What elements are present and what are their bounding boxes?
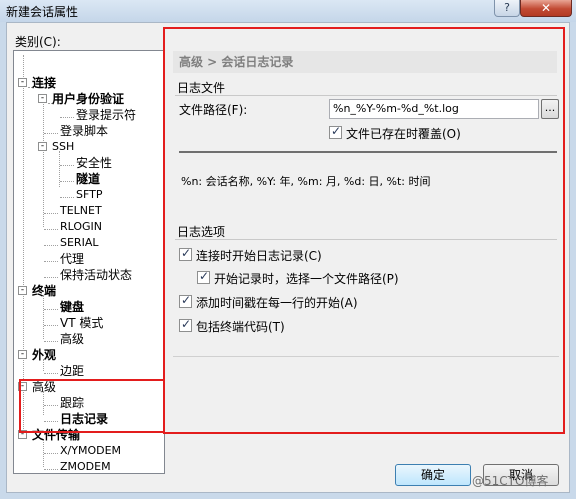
overwrite-label: 文件已存在时覆盖(O) (346, 127, 461, 141)
choose-path-checkbox[interactable] (197, 269, 210, 284)
tree-item-telnet[interactable]: TELNET (60, 203, 102, 219)
tree-item-margin[interactable]: 边距 (60, 363, 84, 379)
tree-item-sftp[interactable]: SFTP (76, 187, 102, 203)
tree-item-keepalive[interactable]: 保持活动状态 (60, 267, 132, 283)
expander-ssh-icon[interactable]: - (38, 142, 47, 151)
help-button[interactable]: ? (494, 0, 520, 17)
timestamp-checkbox[interactable] (179, 293, 192, 308)
ok-button[interactable]: 确定 (395, 464, 471, 486)
tree-item-proxy[interactable]: 代理 (60, 251, 84, 267)
expander-terminal-icon[interactable]: - (18, 286, 27, 295)
expander-auth-icon[interactable]: - (38, 94, 47, 103)
expander-appearance-icon[interactable]: - (18, 350, 27, 359)
tree-item-login-prompt[interactable]: 登录提示符 (76, 107, 136, 123)
tree-item-login-script[interactable]: 登录脚本 (60, 123, 108, 139)
expander-connection-icon[interactable]: - (18, 78, 27, 87)
tree-item-auth[interactable]: 用户身份验证 (52, 91, 124, 107)
log-options-group-title: 日志选项 (177, 225, 226, 239)
tree-item-security[interactable]: 安全性 (76, 155, 112, 171)
tree-item-zmodem[interactable]: ZMODEM (60, 459, 111, 475)
breadcrumb: 高级 > 会话日志记录 (173, 51, 557, 73)
settings-panel: 高级 > 会话日志记录 日志文件 文件路径(F): %n_%Y-%m-%d_%t… (163, 27, 565, 434)
tree-item-terminal-advanced[interactable]: 高级 (60, 331, 84, 347)
start-on-connect-checkbox[interactable] (179, 246, 192, 261)
category-tree[interactable]: - - - - - - - 连接 用户身份验证 登录提示符 登录脚本 SSH 安… (13, 50, 165, 474)
tree-item-keyboard[interactable]: 键盘 (60, 299, 84, 315)
watermark: @51CTO博客 (472, 474, 549, 488)
log-file-group-title: 日志文件 (177, 81, 226, 95)
window-title: 新建会话属性 (6, 5, 79, 19)
close-button[interactable]: ✕ (520, 0, 572, 17)
file-path-label: 文件路径(F): (179, 103, 248, 117)
tree-item-rlogin[interactable]: RLOGIN (60, 219, 102, 235)
category-label: 类别(C): (15, 35, 61, 49)
browse-button[interactable]: ... (541, 99, 559, 119)
choose-path-label: 开始记录时，选择一个文件路径(P) (214, 272, 399, 286)
start-on-connect-label: 连接时开始日志记录(C) (196, 249, 322, 263)
terminal-codes-checkbox[interactable] (179, 317, 192, 332)
tree-item-ssh[interactable]: SSH (52, 139, 74, 155)
file-path-input[interactable]: %n_%Y-%m-%d_%t.log (329, 99, 539, 119)
panel-divider (173, 356, 559, 357)
tree-item-tunnel[interactable]: 隧道 (76, 171, 100, 187)
separator (179, 151, 557, 153)
title-bar: 新建会话属性 ? ✕ (0, 0, 576, 22)
dialog-body: 类别(C): - - - - - - - 连接 用户身份验证 登录提示符 登录脚… (6, 22, 570, 493)
tree-item-appearance[interactable]: 外观 (32, 347, 56, 363)
terminal-codes-label: 包括终端代码(T) (196, 320, 285, 334)
format-help-text: %n: 会话名称, %Y: 年, %m: 月, %d: 日, %t: 时间 (181, 175, 431, 188)
tree-item-xymodem[interactable]: X/YMODEM (60, 443, 121, 459)
timestamp-label: 添加时间戳在每一行的开始(A) (196, 296, 358, 310)
tree-item-serial[interactable]: SERIAL (60, 235, 98, 251)
advanced-highlight-outline (19, 379, 165, 433)
tree-item-vt-mode[interactable]: VT 模式 (60, 315, 103, 331)
tree-item-terminal[interactable]: 终端 (32, 283, 56, 299)
tree-item-connection[interactable]: 连接 (32, 75, 56, 91)
overwrite-checkbox[interactable] (329, 124, 342, 139)
